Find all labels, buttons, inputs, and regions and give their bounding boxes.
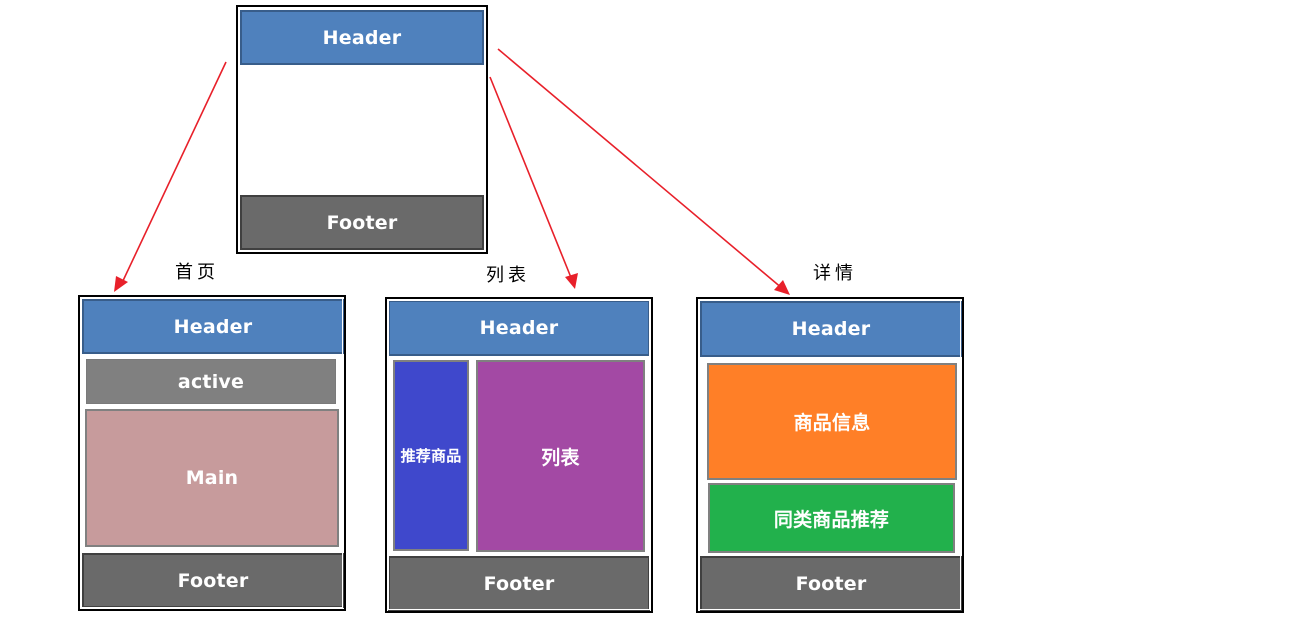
home-active-label: active <box>177 370 245 393</box>
home-main-label: Main <box>185 467 239 489</box>
list-recommend-label: 推荐商品 <box>400 447 462 465</box>
detail-layout: Header 商品信息 同类商品推荐 Footer <box>696 297 964 613</box>
caption-detail: 详情 <box>813 263 857 284</box>
list-header-label: Header <box>479 317 559 339</box>
caption-list: 列表 <box>486 265 530 286</box>
home-header: Header <box>82 299 344 354</box>
home-footer-label: Footer <box>177 569 249 592</box>
list-recommend-block: 推荐商品 <box>393 360 469 551</box>
detail-footer-label: Footer <box>795 572 867 595</box>
template-header: Header <box>240 10 484 65</box>
template-layout: Header Footer <box>236 5 488 254</box>
detail-header: Header <box>700 301 962 357</box>
arrow-to-detail <box>497 48 790 295</box>
list-main-block: 列表 <box>476 360 645 552</box>
home-main-block: Main <box>85 409 339 547</box>
detail-header-label: Header <box>791 318 871 340</box>
template-header-label: Header <box>322 26 402 49</box>
template-footer: Footer <box>240 195 484 250</box>
detail-similar-products-label: 同类商品推荐 <box>773 508 890 531</box>
list-footer-label: Footer <box>483 572 555 595</box>
detail-footer: Footer <box>700 556 962 611</box>
arrow-to-list <box>489 76 578 289</box>
list-header: Header <box>388 300 650 356</box>
home-footer: Footer <box>82 553 344 608</box>
list-layout: Header 推荐商品 列表 Footer <box>385 297 653 613</box>
detail-similar-products-block: 同类商品推荐 <box>708 483 955 553</box>
detail-product-info-label: 商品信息 <box>793 412 871 434</box>
list-main-label: 列表 <box>541 446 580 469</box>
home-header-label: Header <box>173 315 253 338</box>
home-active-block: active <box>86 359 336 404</box>
caption-home: 首页 <box>175 262 219 283</box>
list-footer: Footer <box>388 556 650 611</box>
home-layout: Header active Main Footer <box>78 295 346 611</box>
detail-product-info-block: 商品信息 <box>707 363 957 480</box>
template-footer-label: Footer <box>326 211 398 234</box>
